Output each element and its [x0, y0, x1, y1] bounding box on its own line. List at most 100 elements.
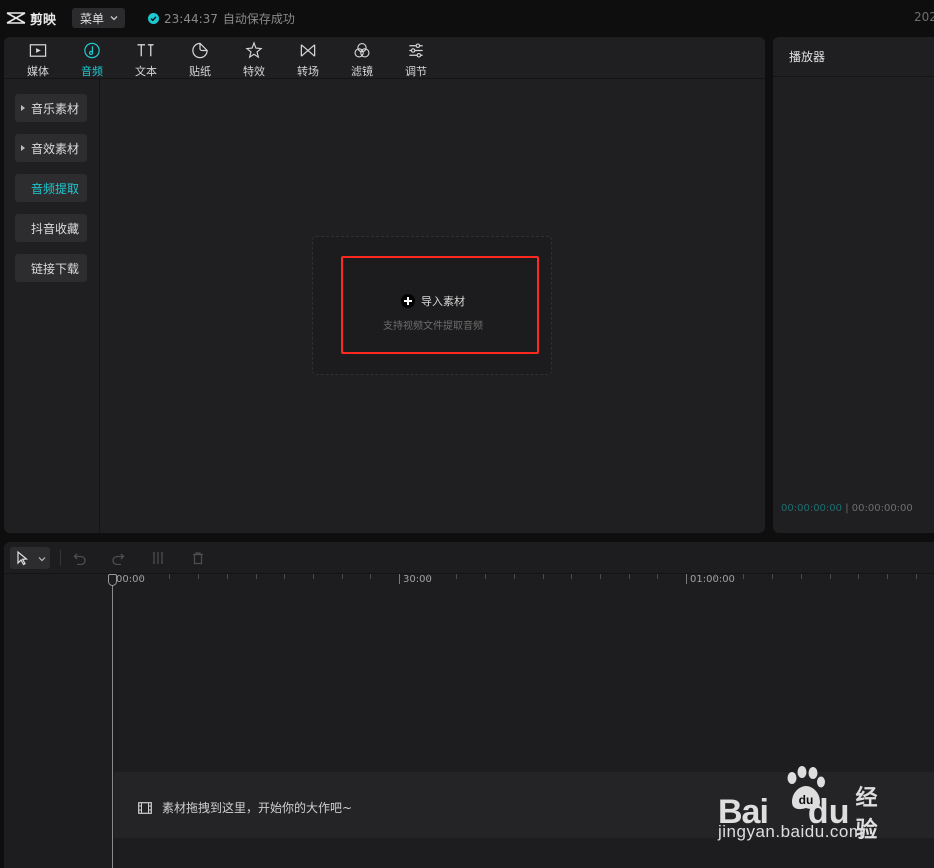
transition-icon: [300, 44, 316, 57]
annotation-highlight-box: [341, 256, 539, 354]
category-label: 音频提取: [31, 181, 80, 196]
category-sound-effects[interactable]: 音效素材: [15, 134, 87, 162]
playhead-handle[interactable]: [108, 574, 117, 586]
ruler-tick: [198, 574, 199, 579]
tab-adjust[interactable]: 调节: [394, 39, 438, 79]
ruler-tick: [743, 574, 744, 579]
material-content: 导入素材 支持视频文件提取音频: [100, 79, 765, 533]
ruler-tick: [514, 574, 515, 579]
chevron-down-icon: [38, 557, 46, 562]
ruler-tick: [227, 574, 228, 579]
ruler-tick: [686, 574, 687, 584]
track-hint-text: 素材拖拽到这里，开始你的大作吧~: [162, 801, 353, 815]
tab-sticker[interactable]: 贴纸: [178, 39, 222, 79]
toolbar-divider: [60, 550, 61, 566]
category-label: 抖音收藏: [31, 221, 80, 236]
audio-icon: [84, 42, 100, 59]
sticker-icon: [192, 42, 208, 59]
undo-button[interactable]: [70, 548, 90, 568]
ruler-tick: [313, 574, 314, 579]
ruler-tick: [571, 574, 572, 579]
ruler-tick: [428, 574, 429, 579]
delete-button[interactable]: [188, 548, 208, 568]
total-timecode: 00:00:00:00: [851, 503, 913, 514]
tab-effects[interactable]: 特效: [232, 39, 276, 79]
ruler-tick: [629, 574, 630, 579]
baidu-jingyan-watermark: du Bai du 经验 jingyan.baidu.com: [718, 766, 888, 848]
material-panel: 媒体 音频 文本 贴纸 特效 转场 滤镜 调节 音乐素材 音效素材 音频提取 抖…: [4, 37, 765, 533]
watermark-url: jingyan.baidu.com: [718, 822, 864, 841]
effects-icon: [245, 41, 263, 59]
category-douyin-favorites[interactable]: 抖音收藏: [15, 214, 87, 242]
ruler-tick: [485, 574, 486, 579]
category-label: 音乐素材: [31, 101, 80, 116]
media-icon: [29, 44, 47, 57]
tab-label: 音频: [81, 65, 103, 78]
autosave-time: 23:44:37: [164, 11, 218, 26]
ruler-tick: [256, 574, 257, 579]
menu-button[interactable]: 菜单: [72, 8, 125, 28]
menu-label: 菜单: [80, 11, 105, 26]
capcut-logo-icon: [6, 12, 26, 24]
audio-category-list: 音乐素材 音效素材 音频提取 抖音收藏 链接下载: [4, 79, 100, 533]
ruler-tick: [772, 574, 773, 579]
ruler-tick: [830, 574, 831, 579]
ruler-tick: [657, 574, 658, 579]
tab-label: 文本: [135, 65, 157, 78]
title-bar: 剪映 菜单 23:44:37 自动保存成功 202: [0, 0, 934, 36]
ruler-tick: [284, 574, 285, 579]
tab-label: 媒体: [27, 65, 49, 78]
app-logo: 剪映: [6, 9, 57, 28]
player-title: 播放器: [773, 37, 934, 77]
chevron-down-icon: [110, 16, 118, 21]
tab-label: 转场: [297, 65, 319, 78]
player-timecode: 00:00:00:00 | 00:00:00:00: [781, 503, 913, 514]
check-circle-icon: [148, 13, 159, 24]
tab-transition[interactable]: 转场: [286, 39, 330, 79]
redo-button[interactable]: [108, 548, 128, 568]
ruler-tick: [169, 574, 170, 579]
tab-label: 滤镜: [351, 65, 373, 78]
playhead-line[interactable]: [112, 574, 113, 868]
split-icon: [153, 552, 163, 564]
split-button[interactable]: [148, 548, 168, 568]
ruler-tick: [342, 574, 343, 579]
undo-icon: [73, 553, 86, 565]
tab-text[interactable]: 文本: [124, 39, 168, 79]
date-text-clipped: 202: [914, 10, 934, 24]
app-window: 剪映 菜单 23:44:37 自动保存成功 202 媒体 音频 文本 贴纸 特效…: [0, 0, 934, 868]
ruler-tick: [141, 574, 142, 579]
timeline-toolbar: [4, 542, 934, 574]
tab-media[interactable]: 媒体: [16, 39, 60, 79]
ruler-tick: [801, 574, 802, 579]
app-name: 剪映: [30, 12, 57, 28]
filter-icon: [354, 42, 370, 58]
ruler-tick: [399, 574, 400, 584]
tab-filter[interactable]: 滤镜: [340, 39, 384, 79]
category-label: 音效素材: [31, 141, 80, 156]
material-toolbar: 媒体 音频 文本 贴纸 特效 转场 滤镜 调节: [4, 37, 765, 79]
tab-label: 调节: [405, 65, 427, 78]
expand-arrow-icon: [21, 105, 25, 111]
timeline-ruler[interactable]: 00:00 30:00 01:00:00: [4, 574, 934, 588]
ruler-tick: [916, 574, 917, 579]
cursor-icon: [17, 550, 29, 566]
trash-icon: [193, 552, 203, 565]
tab-audio[interactable]: 音频: [70, 39, 114, 79]
player-panel: 播放器 00:00:00:00 | 00:00:00:00: [773, 37, 934, 533]
track-hint: 素材拖拽到这里，开始你的大作吧~: [138, 799, 352, 816]
ruler-tick: [858, 574, 859, 579]
category-music[interactable]: 音乐素材: [15, 94, 87, 122]
category-label: 链接下载: [31, 261, 80, 276]
category-audio-extract[interactable]: 音频提取: [15, 174, 87, 202]
current-timecode: 00:00:00:00: [781, 503, 843, 514]
category-link-download[interactable]: 链接下载: [15, 254, 87, 282]
autosave-text: 自动保存成功: [222, 12, 295, 26]
ruler-tick: [887, 574, 888, 579]
select-tool-button[interactable]: [10, 547, 50, 569]
import-drop-zone[interactable]: 导入素材 支持视频文件提取音频: [312, 236, 552, 375]
ruler-label: 01:00:00: [690, 574, 735, 585]
autosave-status: 23:44:37 自动保存成功: [148, 10, 295, 27]
ruler-tick: [543, 574, 544, 579]
expand-arrow-icon: [21, 145, 25, 151]
